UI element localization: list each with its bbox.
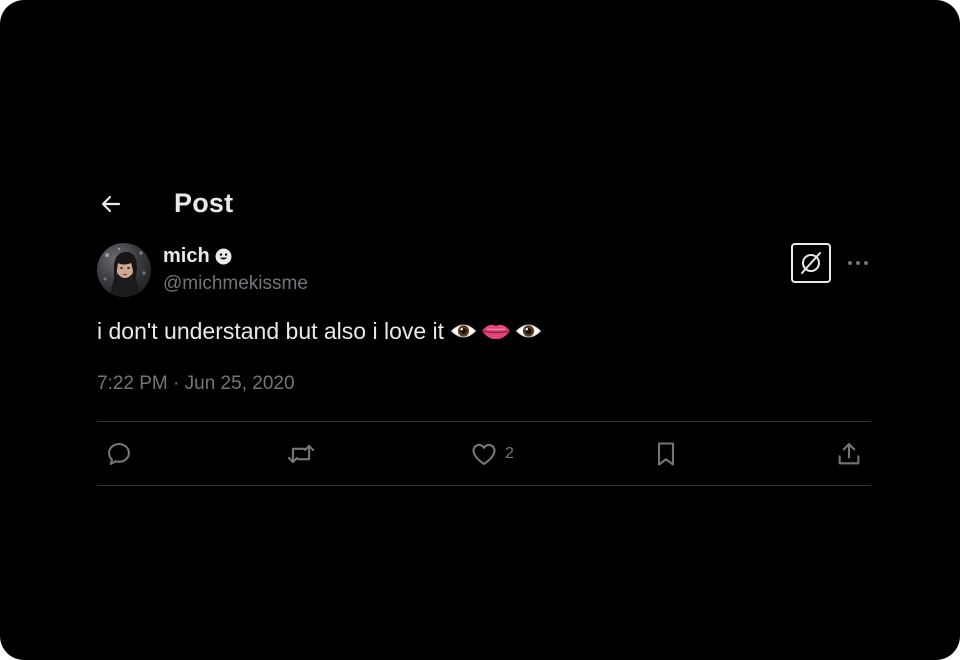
display-name[interactable]: mich [163,245,210,268]
action-bar: 2 [97,422,871,485]
post-emojis [450,320,542,342]
grok-button[interactable] [791,243,831,283]
divider [97,485,871,486]
eye-emoji [515,320,542,342]
post-text: i don't understand but also i love it [97,318,445,344]
like-count: 2 [505,445,514,462]
post-body: i don't understand but also i love it [97,318,542,345]
post-header: Post [97,184,871,224]
user-handle[interactable]: @michmekissme [163,273,308,295]
app-window: Post mich @michmekissme i don't understa… [0,0,960,660]
page-title: Post [174,188,234,218]
arrow-left-icon [99,192,123,216]
heart-icon [470,440,498,468]
post-timestamp[interactable]: 7:22 PM · Jun 25, 2020 [97,373,295,395]
eye-emoji [450,320,477,342]
lips-emoji [481,320,511,342]
smiley-face-icon [215,248,232,265]
bookmark-icon [653,440,679,468]
bookmark-button[interactable] [653,440,686,468]
repost-icon [286,440,316,468]
display-name-row: mich [163,245,232,268]
back-button[interactable] [97,190,125,218]
reply-button[interactable] [105,440,140,468]
share-button[interactable] [835,440,870,468]
more-horizontal-icon [847,260,869,266]
post-author: mich @michmekissme [97,243,871,299]
reply-icon [105,440,133,468]
share-icon [835,440,863,468]
like-button[interactable]: 2 [470,440,514,468]
avatar[interactable] [97,243,151,297]
grok-icon [798,250,824,276]
more-options-button[interactable] [845,253,871,273]
repost-button[interactable] [286,440,323,468]
